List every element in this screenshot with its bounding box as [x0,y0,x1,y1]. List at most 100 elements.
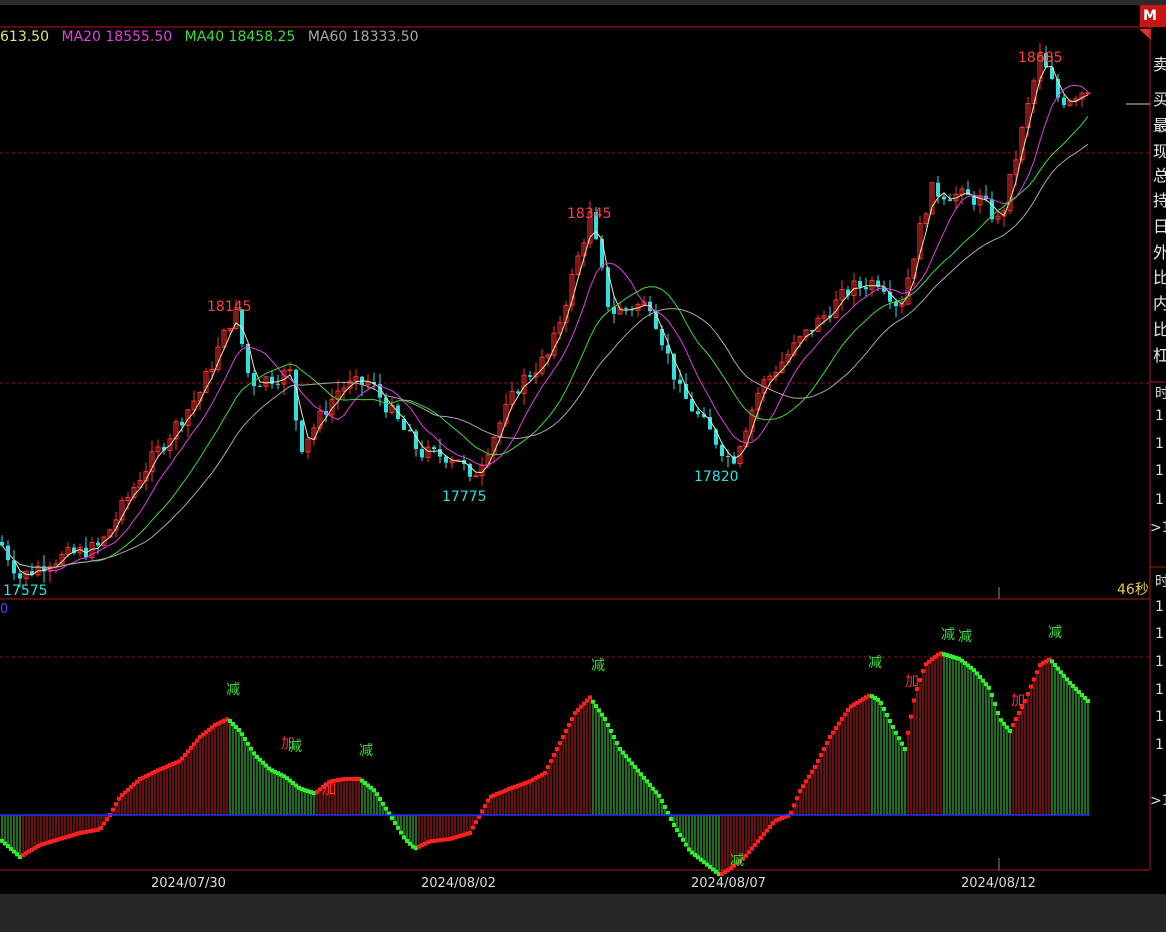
histogram-dot [909,714,913,719]
histogram-dot [543,771,547,775]
kline-chart-svg[interactable] [0,0,1166,932]
histogram-dot [627,757,631,762]
sidebar-label: 现 [1153,142,1166,161]
y-tick: 1 [1155,737,1164,753]
histogram-dot [483,804,487,808]
signal-label: 减 [288,739,302,755]
x-date-label: 2024/08/12 [961,876,1036,891]
sidebar-label: 买 [1153,90,1166,109]
y-tick: 1 [1155,654,1164,670]
histogram-dot [1035,670,1039,675]
histogram-dot [885,713,889,717]
histogram-dot [840,717,844,721]
histogram-dot [384,806,388,811]
histogram-dot [474,820,478,825]
histogram-dot [618,747,622,751]
histogram-dot [1029,684,1033,689]
histogram-dot [984,682,988,687]
histogram-dot [828,735,832,739]
histogram-dot [756,839,760,844]
candle-body [180,421,184,426]
histogram-dot [801,784,805,789]
histogram-dot [747,850,751,855]
candle-body [438,449,442,457]
histogram-dot [549,759,553,763]
histogram-dot [240,732,244,737]
signal-label: 减 [1048,625,1062,641]
y-tick: 时 [1155,386,1166,402]
histogram-dot [903,747,907,751]
histogram-dot [249,746,253,751]
histogram-dot [825,741,829,745]
histogram-dot [879,701,883,705]
histogram-dot [750,846,754,851]
histogram-dot [117,796,121,801]
histogram-dot [993,702,997,706]
histogram-dot [567,723,571,727]
histogram-dot [480,809,484,814]
histogram-dot [912,698,916,703]
histogram-dot [765,828,769,833]
histogram-dot [471,825,475,830]
histogram-dot [789,810,793,815]
low-label-17820: 17820 [694,469,739,485]
candle-body [1062,97,1066,106]
histogram-dot [795,796,799,801]
sidebar-label: 杠 [1153,346,1166,365]
candle-body [432,447,436,450]
high-label-18145: 18145 [207,299,252,315]
histogram-dot [246,741,250,746]
signal-label: 减 [958,629,972,645]
candle-body [678,379,682,384]
histogram-dot [1053,663,1057,667]
histogram-dot [624,754,628,759]
candle-body [948,199,952,201]
candle-body [408,429,412,432]
histogram-dot [843,712,847,717]
histogram-dot [906,730,910,735]
candle-body [726,455,730,457]
histogram-dot [1005,725,1009,730]
histogram-dot [672,823,676,827]
candle-body [696,411,700,415]
histogram-dot [606,723,610,727]
signal-label: 减 [226,682,240,698]
histogram-dot [111,807,115,812]
low-label-17775: 17775 [442,489,487,505]
histogram-dot [1017,711,1021,715]
histogram-dot [639,772,643,777]
histogram-dot [1086,699,1090,703]
histogram-dot [996,711,1000,715]
sidebar-label: 总 [1153,166,1166,185]
signal-label: 加 [905,674,919,690]
histogram-dot [615,741,619,745]
signal-label: 加 [322,782,336,798]
candle-body [600,239,604,268]
histogram-dot [630,761,634,766]
histogram-dot [792,803,796,808]
ma60-line [1,143,1089,569]
histogram-dot [819,753,823,757]
histogram-dot [1050,659,1054,664]
histogram-dot [657,793,661,798]
histogram-dot [981,678,985,683]
histogram-dot [834,726,838,730]
histogram-dot [678,833,682,837]
histogram-dot [684,842,688,847]
candle-body [606,267,610,307]
histogram-dot [822,747,826,751]
y-tick: 1 [1155,463,1164,479]
histogram-dot [813,765,817,769]
candle-body [516,391,520,394]
histogram-dot [978,675,982,679]
histogram-dot [393,821,397,825]
histogram-dot [1014,717,1018,721]
histogram-dot [642,775,646,780]
histogram-dot [633,765,637,769]
histogram-dot [663,805,667,809]
histogram-dot [654,790,658,795]
histogram-dot [372,788,376,793]
histogram-dot [195,738,199,743]
histogram-dot [759,835,763,840]
histogram-dot [189,745,193,750]
